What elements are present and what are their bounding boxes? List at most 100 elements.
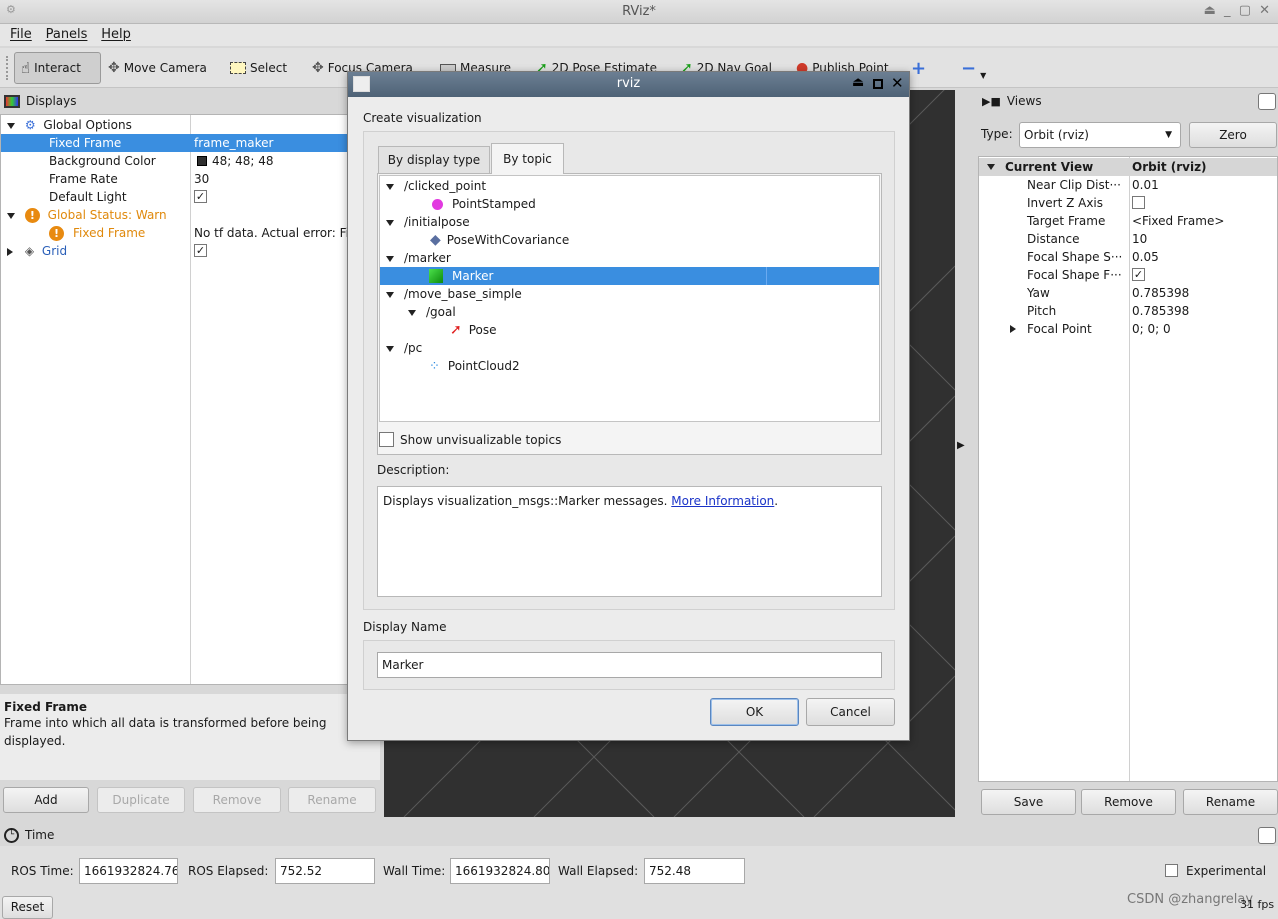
ros-time-field[interactable]: 1661932824.76 (79, 858, 178, 884)
view-prop-row[interactable]: Distance 10 (979, 230, 1277, 248)
menu-file[interactable]: File (5, 24, 37, 45)
save-view-button[interactable]: Save (981, 789, 1076, 815)
view-prop-value[interactable]: 0.785398 (1132, 284, 1189, 302)
view-prop-value[interactable]: 0.785398 (1132, 302, 1189, 320)
tree-row-default-light[interactable]: Default Light ✓ (1, 188, 379, 206)
tab-by-display-type[interactable]: By display type (378, 146, 490, 173)
grid-enabled-checkbox[interactable]: ✓ (194, 244, 207, 257)
menu-help[interactable]: Help (96, 24, 136, 45)
remove-view-button[interactable]: Remove (1081, 789, 1176, 815)
views-float-toggle[interactable] (1258, 93, 1276, 110)
view-properties-tree[interactable]: Current View Orbit (rviz) Near Clip Dist… (978, 156, 1278, 782)
monitor-icon (4, 94, 20, 108)
interact-tool-button[interactable]: ☝ Interact (14, 52, 101, 84)
plus-icon: + (911, 57, 927, 79)
wall-time-field[interactable]: 1661932824.80 (450, 858, 550, 884)
zero-view-button[interactable]: Zero (1189, 122, 1277, 148)
expand-arrow-icon (408, 309, 416, 316)
view-prop-row[interactable]: Target Frame <Fixed Frame> (979, 212, 1277, 230)
window-controls[interactable]: ⏏ _ ▢ ✕ (1204, 3, 1272, 18)
tree-row-frame-rate[interactable]: Frame Rate 30 (1, 170, 379, 188)
default-light-checkbox[interactable]: ✓ (194, 190, 207, 203)
pointcloud2-label: PointCloud2 (447, 359, 520, 373)
duplicate-display-button[interactable]: Duplicate (97, 787, 185, 813)
property-help-box: Fixed Frame Frame into which all data is… (0, 694, 380, 780)
view-prop-value[interactable]: 0; 0; 0 (1132, 320, 1171, 338)
gear-icon: ⚙ (24, 118, 36, 132)
remove-display-button[interactable]: Remove (193, 787, 281, 813)
frame-rate-value[interactable]: 30 (194, 170, 209, 188)
experimental-checkbox[interactable] (1165, 864, 1178, 877)
fixed-frame-value[interactable]: frame_maker (194, 134, 273, 152)
ok-button[interactable]: OK (710, 698, 799, 726)
view-prop-value[interactable]: 0.01 (1132, 176, 1159, 194)
view-prop-row[interactable]: Invert Z Axis (979, 194, 1277, 212)
display-pose[interactable]: ➚ Pose (450, 321, 497, 339)
background-color-value[interactable]: 48; 48; 48 (212, 152, 274, 170)
display-marker-selected[interactable]: Marker (380, 267, 879, 285)
tree-row-background-color[interactable]: Background Color 48; 48; 48 (1, 152, 379, 170)
more-information-link[interactable]: More Information (671, 494, 774, 508)
add-display-button[interactable]: Add (3, 787, 89, 813)
current-view-header[interactable]: Current View Orbit (rviz) (979, 158, 1277, 176)
eject-icon[interactable]: ⏏ (852, 75, 864, 90)
cancel-button[interactable]: Cancel (806, 698, 895, 726)
tree-row-global-options[interactable]: ⚙ Global Options (1, 116, 379, 134)
displays-panel: Displays ⚙ Global Options Fixed Frame fr… (0, 90, 380, 817)
focal-shape-fixed-checkbox[interactable]: ✓ (1132, 268, 1145, 281)
time-float-toggle[interactable] (1258, 827, 1276, 844)
tree-row-status-fixed-frame[interactable]: ! Fixed Frame No tf data. Actual error: … (1, 224, 379, 242)
view-prop-value[interactable]: <Fixed Frame> (1132, 212, 1224, 230)
invert-z-checkbox[interactable] (1132, 196, 1145, 209)
rename-view-button[interactable]: Rename (1183, 789, 1278, 815)
move-camera-tool-button[interactable]: ✥ Move Camera (102, 52, 213, 84)
view-prop-row[interactable]: Yaw 0.785398 (979, 284, 1277, 302)
view-prop-row[interactable]: Focal Shape S··· 0.05 (979, 248, 1277, 266)
show-unvisualizable-label: Show unvisualizable topics (400, 433, 562, 447)
topic-tree[interactable]: /clicked_point PointStamped /initialpose… (379, 175, 880, 422)
view-prop-row[interactable]: Near Clip Dist··· 0.01 (979, 176, 1277, 194)
displays-header: Displays (0, 90, 380, 112)
tree-row-global-status[interactable]: ! Global Status: Warn (1, 206, 379, 224)
tab-by-topic[interactable]: By topic (491, 143, 564, 174)
view-prop-row[interactable]: Focal Shape F··· ✓ (979, 266, 1277, 284)
tree-row-fixed-frame[interactable]: Fixed Frame frame_maker (1, 134, 379, 152)
select-tool-button[interactable]: Select (224, 52, 293, 84)
topic-clicked-point-label: /clicked_point (404, 179, 487, 193)
displays-tree[interactable]: ⚙ Global Options Fixed Frame frame_maker… (0, 114, 380, 685)
display-pointcloud2[interactable]: ⁘ PointCloud2 (429, 357, 520, 375)
topic-initialpose[interactable]: /initialpose (386, 213, 470, 231)
color-swatch[interactable] (197, 156, 207, 166)
display-pose-with-covariance[interactable]: ◆ PoseWithCovariance (430, 231, 569, 249)
maximize-icon[interactable] (873, 79, 883, 89)
view-prop-value[interactable]: 0.05 (1132, 248, 1159, 266)
topic-goal[interactable]: /goal (408, 303, 456, 321)
view-prop-value[interactable]: 10 (1132, 230, 1147, 248)
close-icon[interactable]: ✕ (891, 74, 904, 92)
magenta-sphere-icon (432, 199, 443, 210)
view-prop-row[interactable]: Focal Point 0; 0; 0 (979, 320, 1277, 338)
show-unvisualizable-checkbox[interactable] (379, 432, 394, 447)
display-name-input[interactable]: Marker (377, 652, 882, 678)
reset-button[interactable]: Reset (2, 896, 53, 919)
view-prop-row[interactable]: Pitch 0.785398 (979, 302, 1277, 320)
focus-camera-icon: ✥ (312, 60, 324, 76)
dialog-titlebar: rviz ⏏ ✕ (348, 72, 909, 97)
ros-elapsed-field[interactable]: 752.52 (275, 858, 375, 884)
topic-move-base-simple[interactable]: /move_base_simple (386, 285, 522, 303)
expand-arrow-icon (987, 164, 995, 170)
rename-display-button[interactable]: Rename (288, 787, 376, 813)
topic-clicked-point[interactable]: /clicked_point (386, 177, 486, 195)
tree-row-grid[interactable]: ◈ Grid ✓ (1, 242, 379, 260)
dock-arrow-icon[interactable]: ▶ (957, 440, 965, 451)
topic-marker[interactable]: /marker (386, 249, 451, 267)
remove-tool-button[interactable]: − ▼ (955, 52, 992, 84)
wall-elapsed-field[interactable]: 752.48 (644, 858, 745, 884)
topic-pc[interactable]: /pc (386, 339, 422, 357)
menu-panels[interactable]: Panels (41, 24, 93, 45)
time-panel: └ Time ROS Time: 1661932824.76 ROS Elaps… (0, 824, 1278, 919)
view-type-select[interactable]: Orbit (rviz) ▼ (1019, 122, 1181, 148)
minus-icon: − (961, 57, 977, 79)
pose-cov-label: PoseWithCovariance (446, 233, 570, 247)
display-point-stamped[interactable]: PointStamped (432, 195, 536, 213)
